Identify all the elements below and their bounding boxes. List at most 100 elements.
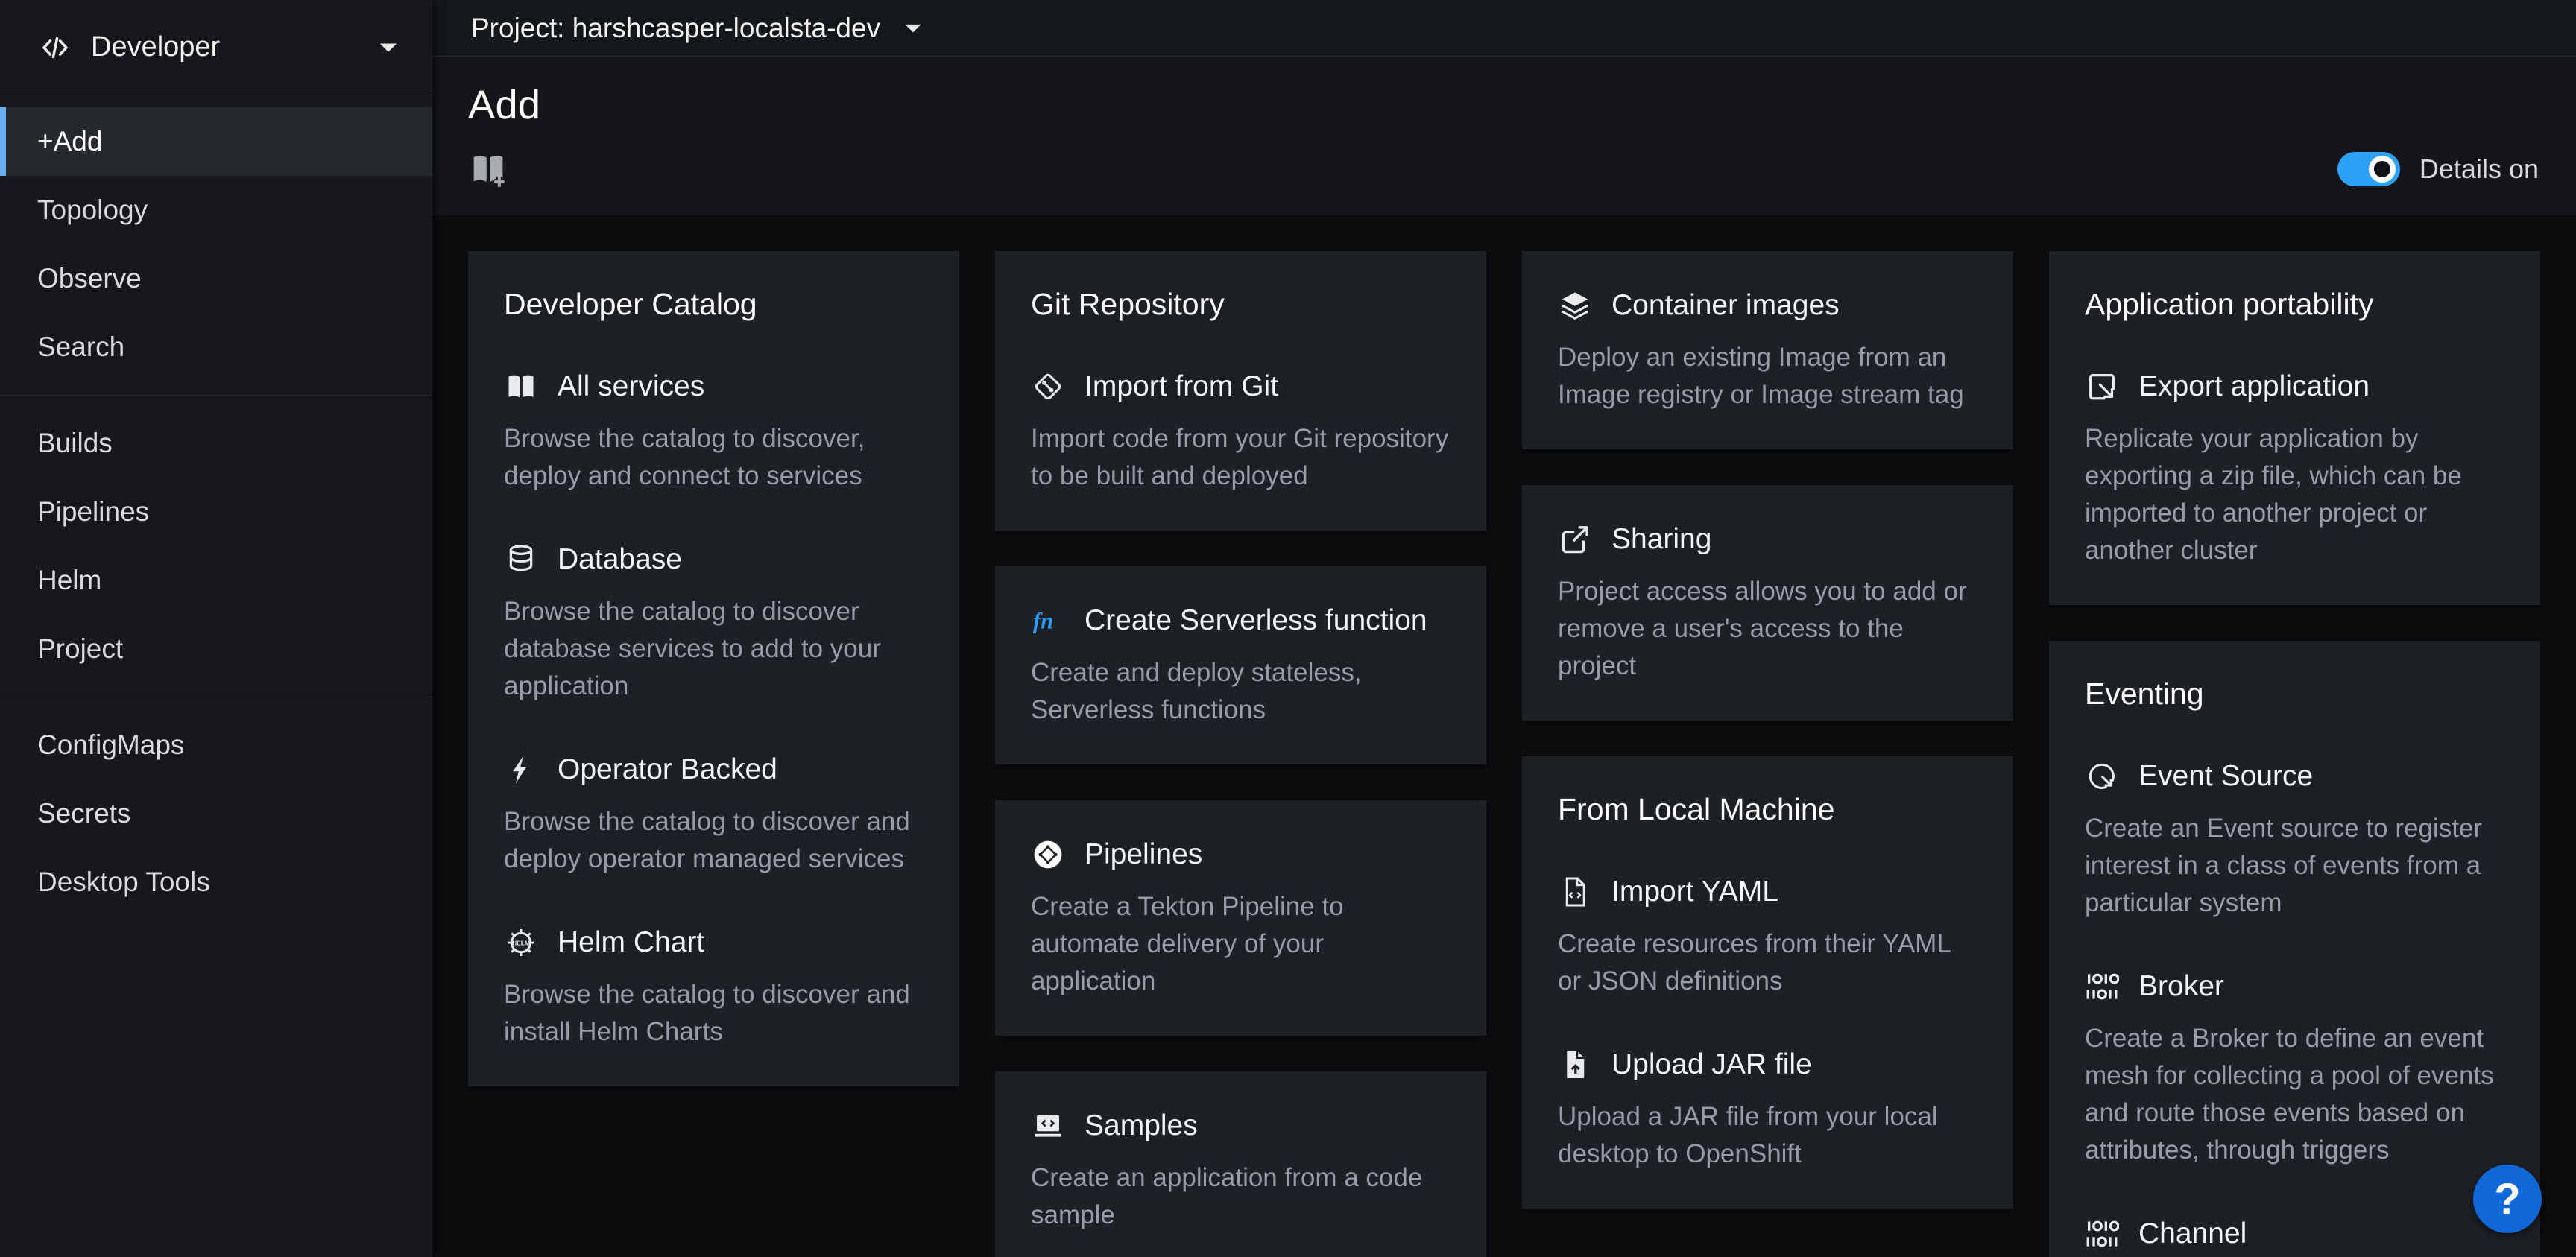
sidebar-item-pipelines[interactable]: Pipelines <box>0 478 432 546</box>
add-action-all-services[interactable]: All services Browse the catalog to disco… <box>504 370 924 495</box>
add-action-label: Import YAML <box>1611 876 1778 908</box>
samples-card: Samples Create an application from a cod… <box>995 1071 1486 1257</box>
event-source-icon <box>2085 759 2119 794</box>
add-action-samples[interactable]: Samples Create an application from a cod… <box>1031 1109 1450 1234</box>
add-action-description: Create an Event source to register inter… <box>2085 810 2504 922</box>
laptop-code-icon <box>1031 1109 1065 1143</box>
page-header: Add Details on <box>432 57 2576 215</box>
add-action-description: Project access allows you to add or remo… <box>1558 573 1977 685</box>
sidebar-item-configmaps[interactable]: ConfigMaps <box>0 711 432 779</box>
perspective-switcher[interactable]: Developer <box>0 0 432 95</box>
sidebar-item-search[interactable]: Search <box>0 313 432 381</box>
tekton-icon <box>1031 838 1065 872</box>
book-plus-icon[interactable] <box>468 149 508 189</box>
main-area: Project: harshcasper-localsta-dev Add <box>432 0 2576 1257</box>
add-action-description: Replicate your application by exporting … <box>2085 420 2504 569</box>
git-icon <box>1031 370 1065 404</box>
add-action-description: Create resources from their YAML or JSON… <box>1558 925 1977 1000</box>
layers-icon <box>1558 288 1592 323</box>
sidebar-item-secrets[interactable]: Secrets <box>0 779 432 848</box>
card-column-3: Container images Deploy an existing Imag… <box>1522 251 2013 1209</box>
project-selector-label: Project: harshcasper-localsta-dev <box>471 13 880 44</box>
add-action-label: Samples <box>1085 1109 1198 1142</box>
sidebar-item-label: Secrets <box>37 798 130 829</box>
add-action-label: Event Source <box>2138 760 2313 793</box>
help-button[interactable]: ? <box>2473 1165 2542 1233</box>
card-items: Samples Create an application from a cod… <box>1031 1109 1450 1234</box>
serverless-fn-icon: fn <box>1031 604 1065 638</box>
add-action-create-serverless-function[interactable]: fn Create Serverless function Create and… <box>1031 604 1450 729</box>
details-toggle[interactable] <box>2337 152 2400 186</box>
add-action-description: Create an application from a code sample <box>1031 1159 1450 1234</box>
database-icon <box>504 542 538 577</box>
add-action-import-from-git[interactable]: Import from Git Import code from your Gi… <box>1031 370 1450 495</box>
binary-icon <box>2085 1217 2119 1251</box>
add-action-database[interactable]: Database Browse the catalog to discover … <box>504 542 924 705</box>
code-icon <box>39 31 72 64</box>
sidebar-item-project[interactable]: Project <box>0 615 432 683</box>
add-action-broker[interactable]: Broker Create a Broker to define an even… <box>2085 969 2504 1169</box>
bolt-icon <box>504 753 538 787</box>
chevron-down-icon <box>377 37 400 59</box>
add-action-event-source[interactable]: Event Source Create an Event source to r… <box>2085 759 2504 922</box>
add-action-description: Upload a JAR file from your local deskto… <box>1558 1098 1977 1173</box>
question-mark-icon: ? <box>2494 1174 2520 1224</box>
add-action-import-yaml[interactable]: Import YAML Create resources from their … <box>1558 875 1977 1000</box>
add-action-upload-jar-file[interactable]: Upload JAR file Upload a JAR file from y… <box>1558 1048 1977 1173</box>
sidebar-item-desktop-tools[interactable]: Desktop Tools <box>0 848 432 916</box>
sidebar-item-add[interactable]: +Add <box>0 107 432 176</box>
pipelines-card: Pipelines Create a Tekton Pipeline to au… <box>995 800 1486 1036</box>
svg-text:HELM: HELM <box>512 939 530 946</box>
binary-icon <box>2085 969 2119 1004</box>
add-action-label: Database <box>558 543 682 576</box>
sidebar-item-builds[interactable]: Builds <box>0 409 432 478</box>
export-icon <box>2085 370 2119 404</box>
card-items: Container images Deploy an existing Imag… <box>1558 288 1977 414</box>
eventing-card: Eventing <box>2049 641 2540 1257</box>
card-column-4: Application portability <box>2049 251 2540 1257</box>
topbar: Project: harshcasper-localsta-dev <box>432 0 2576 57</box>
project-selector[interactable]: Project: harshcasper-localsta-dev <box>471 13 924 44</box>
add-action-label: Import from Git <box>1085 370 1278 403</box>
helm-icon: HELM <box>504 925 538 960</box>
sidebar-item-label: Project <box>37 633 123 665</box>
add-action-label: Pipelines <box>1085 838 1202 871</box>
page-header-row: Details on <box>468 149 2540 189</box>
card-title: Developer Catalog <box>504 287 924 322</box>
card-items: Import YAML Create resources from their … <box>1558 875 1977 1173</box>
share-icon <box>1558 522 1592 557</box>
sidebar-item-helm[interactable]: Helm <box>0 546 432 615</box>
nav-divider <box>0 395 432 396</box>
add-action-description: Deploy an existing Image from an Image r… <box>1558 339 1977 414</box>
card-items: Pipelines Create a Tekton Pipeline to au… <box>1031 838 1450 1000</box>
card-title: Application portability <box>2085 287 2504 322</box>
card-items: Event Source Create an Event source to r… <box>2085 759 2504 1257</box>
book-icon <box>504 370 538 404</box>
sidebar: Developer +Add Topology Observe Search B… <box>0 0 432 1257</box>
add-action-sharing[interactable]: Sharing Project access allows you to add… <box>1558 522 1977 685</box>
add-action-label: Broker <box>2138 970 2224 1003</box>
add-action-container-images[interactable]: Container images Deploy an existing Imag… <box>1558 288 1977 414</box>
add-action-label: Sharing <box>1611 523 1711 556</box>
git-repository-card: Git Repository <box>995 251 1486 531</box>
sidebar-item-observe[interactable]: Observe <box>0 244 432 313</box>
card-items: Import from Git Import code from your Gi… <box>1031 370 1450 495</box>
add-action-channel[interactable]: Channel Create a Knative Channel to crea… <box>2085 1217 2504 1257</box>
add-action-label: Operator Backed <box>558 753 777 786</box>
sidebar-item-label: Builds <box>37 428 113 459</box>
card-items: All services Browse the catalog to disco… <box>504 370 924 1051</box>
details-toggle-knob <box>2369 156 2396 183</box>
add-action-pipelines[interactable]: Pipelines Create a Tekton Pipeline to au… <box>1031 838 1450 1000</box>
sidebar-item-label: Pipelines <box>37 496 149 528</box>
add-action-description: Create and deploy stateless, Serverless … <box>1031 654 1450 729</box>
add-action-export-application[interactable]: Export application Replicate your applic… <box>2085 370 2504 569</box>
sidebar-item-topology[interactable]: Topology <box>0 176 432 244</box>
add-action-label: Create Serverless function <box>1085 604 1427 637</box>
page-title: Add <box>468 82 2540 128</box>
details-toggle-label: Details on <box>2419 153 2539 185</box>
card-title: Eventing <box>2085 677 2504 712</box>
container-images-card: Container images Deploy an existing Imag… <box>1522 251 2013 449</box>
add-action-operator-backed[interactable]: Operator Backed Browse the catalog to di… <box>504 753 924 878</box>
add-action-helm-chart[interactable]: HELM Helm Chart Browse the catalog to di… <box>504 925 924 1051</box>
perspective-label: Developer <box>91 31 220 63</box>
